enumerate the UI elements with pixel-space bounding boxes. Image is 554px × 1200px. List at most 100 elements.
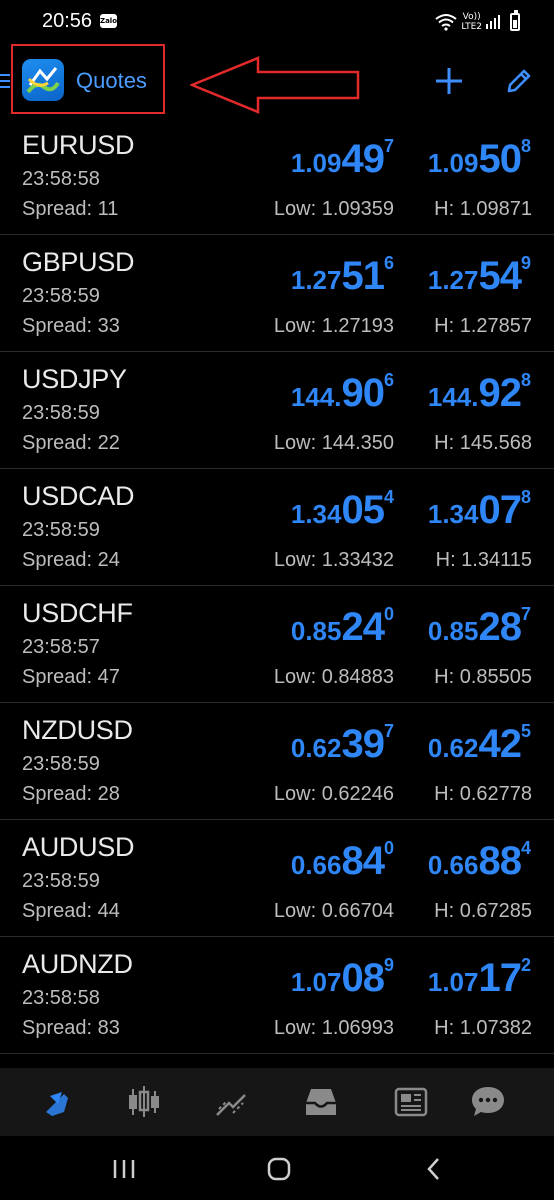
bid-price: 0.62397 bbox=[291, 721, 394, 767]
status-bar: 20:56 Zalo Vo)) LTE2 bbox=[0, 0, 554, 44]
nav-trade[interactable] bbox=[212, 1082, 252, 1122]
nav-history[interactable] bbox=[301, 1082, 341, 1122]
spread-value: Spread: 22 bbox=[22, 432, 120, 454]
add-symbol-button[interactable] bbox=[432, 64, 466, 98]
home-button[interactable] bbox=[259, 1154, 299, 1184]
nav-news[interactable] bbox=[391, 1082, 431, 1122]
ask-price: 1.07172 bbox=[428, 955, 531, 1001]
quotes-arrows-icon bbox=[40, 1092, 68, 1116]
bid-price: 1.27516 bbox=[291, 253, 394, 299]
status-time: 20:56 bbox=[42, 10, 93, 32]
low-price: Low: 0.84883 bbox=[273, 666, 394, 688]
ask-price-pips: 07 bbox=[478, 488, 521, 532]
high-price: H: 1.09871 bbox=[434, 198, 532, 220]
quote-time: 23:58:59 bbox=[22, 402, 100, 424]
spread-value: Spread: 47 bbox=[22, 666, 120, 688]
nav-quotes[interactable] bbox=[34, 1082, 74, 1122]
inbox-icon bbox=[306, 1089, 336, 1115]
back-button[interactable] bbox=[414, 1154, 454, 1184]
edit-list-button[interactable] bbox=[502, 64, 536, 98]
symbol-name: AUDNZD bbox=[22, 949, 133, 979]
quote-time: 23:58:59 bbox=[22, 285, 100, 307]
quote-row[interactable]: GBPUSD 23:58:59 Spread: 33 1.27516 1.27549 Lo… bbox=[0, 235, 554, 352]
quote-row[interactable]: USDCAD 23:58:59 Spread: 24 1.34054 1.34078 Lo… bbox=[0, 469, 554, 586]
bid-price-prefix: 1.09 bbox=[290, 148, 342, 178]
ask-price: 0.85287 bbox=[428, 604, 531, 650]
volte-label: Vo)) bbox=[462, 12, 481, 22]
high-price: H: 0.62778 bbox=[434, 783, 532, 805]
high-price: H: 1.07382 bbox=[434, 1017, 532, 1039]
ask-price-pips: 88 bbox=[478, 839, 521, 883]
low-price: Low: 1.27193 bbox=[273, 315, 394, 337]
ask-price-pips: 50 bbox=[478, 137, 521, 181]
trade-chart-icon bbox=[216, 1094, 246, 1116]
bid-price: 1.09497 bbox=[291, 136, 394, 182]
bid-price-pips: 49 bbox=[341, 137, 384, 181]
low-price: Low: 1.33432 bbox=[273, 549, 394, 571]
bid-price-pips: 08 bbox=[341, 956, 384, 1000]
bid-price-pips: 84 bbox=[341, 839, 384, 883]
bid-price-fraction: 6 bbox=[383, 253, 394, 273]
nav-chat[interactable] bbox=[468, 1082, 508, 1122]
low-price: Low: 1.06993 bbox=[273, 1017, 394, 1039]
back-icon bbox=[427, 1158, 439, 1180]
high-price: H: 1.27857 bbox=[434, 315, 532, 337]
ask-price-prefix: 0.62 bbox=[427, 733, 479, 763]
battery-icon bbox=[510, 10, 520, 31]
annotation-arrow bbox=[190, 56, 360, 114]
quote-row[interactable]: USDJPY 23:58:59 Spread: 22 144.906 144.928 Lo… bbox=[0, 352, 554, 469]
ask-price: 1.34078 bbox=[428, 487, 531, 533]
ask-price-prefix: 0.85 bbox=[427, 616, 479, 646]
quote-time: 23:58:59 bbox=[22, 519, 100, 541]
symbol-name: EURUSD bbox=[22, 130, 135, 160]
plus-icon bbox=[436, 68, 462, 94]
ask-price-prefix: 0.66 bbox=[427, 850, 479, 880]
ask-price: 0.66884 bbox=[428, 838, 531, 884]
low-price: Low: 1.09359 bbox=[273, 198, 394, 220]
high-price: H: 145.568 bbox=[434, 432, 532, 454]
quote-row[interactable]: AUDUSD 23:58:59 Spread: 44 0.66840 0.66884 Lo… bbox=[0, 820, 554, 937]
ask-price-fraction: 4 bbox=[520, 838, 531, 858]
ask-price-prefix: 1.34 bbox=[427, 499, 479, 529]
nav-charts[interactable] bbox=[124, 1082, 164, 1122]
bid-price-fraction: 9 bbox=[383, 955, 394, 975]
quote-row[interactable]: USDCHF 23:58:57 Spread: 47 0.85240 0.85287 Lo… bbox=[0, 586, 554, 703]
status-indicators: Vo)) LTE2 bbox=[435, 10, 520, 34]
ask-price-pips: 28 bbox=[478, 605, 521, 649]
bid-price-pips: 05 bbox=[341, 488, 384, 532]
spread-value: Spread: 44 bbox=[22, 900, 120, 922]
ask-price-fraction: 9 bbox=[520, 253, 531, 273]
high-price: H: 0.67285 bbox=[434, 900, 532, 922]
app-header: Quotes bbox=[0, 44, 554, 118]
spread-value: Spread: 83 bbox=[22, 1017, 120, 1039]
bid-price: 144.906 bbox=[291, 370, 394, 416]
quote-row[interactable]: EURUSD 23:58:58 Spread: 11 1.09497 1.09508 Lo… bbox=[0, 118, 554, 235]
symbol-name: GBPUSD bbox=[22, 247, 135, 277]
news-icon bbox=[394, 1087, 428, 1117]
symbol-name: USDCAD bbox=[22, 481, 135, 511]
chat-icon bbox=[472, 1087, 504, 1116]
ask-price-pips: 54 bbox=[478, 254, 521, 298]
bid-price-pips: 90 bbox=[341, 371, 384, 415]
wifi-icon bbox=[435, 14, 457, 31]
symbol-name: AUDUSD bbox=[22, 832, 135, 862]
lte-label: LTE2 bbox=[461, 22, 482, 32]
bid-price-pips: 51 bbox=[341, 254, 384, 298]
high-price: H: 0.85505 bbox=[434, 666, 532, 688]
quote-time: 23:58:59 bbox=[22, 753, 100, 775]
quote-list: EURUSD 23:58:58 Spread: 11 1.09497 1.09508 Lo… bbox=[0, 118, 554, 1054]
ask-price-prefix: 1.09 bbox=[427, 148, 479, 178]
quote-row[interactable]: NZDUSD 23:58:59 Spread: 28 0.62397 0.62425 Lo… bbox=[0, 703, 554, 820]
page-title: Quotes bbox=[76, 68, 147, 93]
spread-value: Spread: 24 bbox=[22, 549, 120, 571]
spread-value: Spread: 11 bbox=[22, 198, 119, 220]
symbol-name: USDJPY bbox=[22, 364, 127, 394]
candlestick-chart-icon bbox=[129, 1086, 159, 1117]
hamburger-menu-icon[interactable] bbox=[0, 74, 10, 90]
quote-row[interactable]: AUDNZD 23:58:58 Spread: 83 1.07089 1.07172 Lo… bbox=[0, 937, 554, 1054]
ask-price-pips: 17 bbox=[478, 956, 521, 1000]
ask-price: 1.27549 bbox=[428, 253, 531, 299]
ask-price-prefix: 144. bbox=[427, 382, 479, 412]
bid-price-prefix: 144. bbox=[290, 382, 342, 412]
recent-apps-button[interactable] bbox=[104, 1154, 144, 1184]
